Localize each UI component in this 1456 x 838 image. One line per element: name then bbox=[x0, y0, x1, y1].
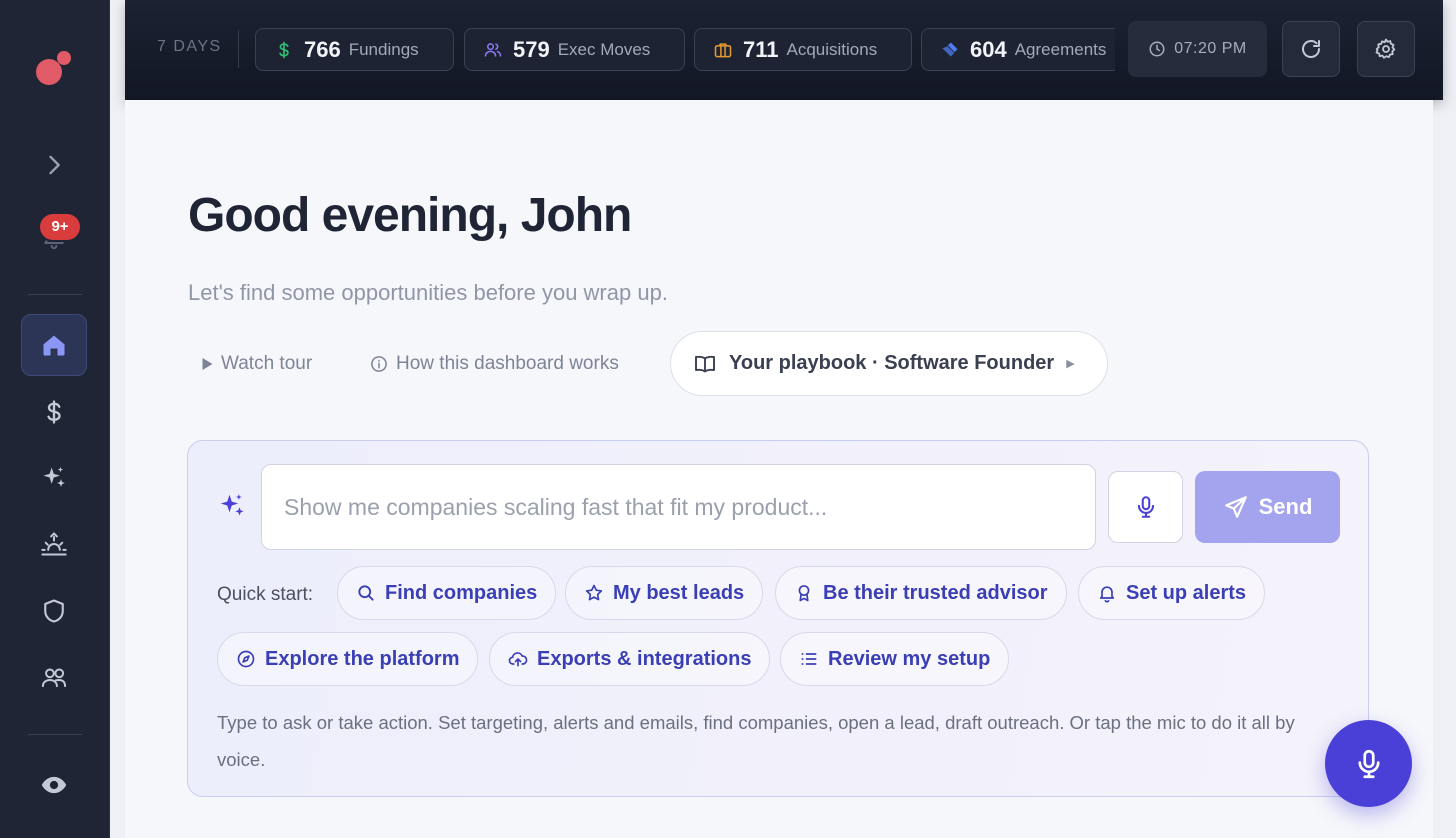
chip-trusted-advisor[interactable]: Be their trusted advisor bbox=[775, 566, 1067, 620]
eye-icon bbox=[41, 776, 67, 794]
stats-strip: 766 Fundings 579 Exec Moves 711 Acquisit… bbox=[255, 28, 1115, 72]
stat-label: Agreements bbox=[1014, 39, 1107, 59]
compass-icon bbox=[237, 650, 255, 668]
period-label: 7 DAYS bbox=[157, 38, 222, 55]
send-label: Send bbox=[1258, 494, 1313, 519]
briefcase-icon bbox=[714, 42, 732, 57]
sidebar-item-team[interactable] bbox=[21, 647, 87, 709]
notification-badge: 9+ bbox=[40, 214, 80, 240]
chip-find-companies[interactable]: Find companies bbox=[337, 566, 557, 620]
users-icon bbox=[484, 42, 502, 57]
dollar-icon bbox=[47, 400, 61, 424]
stat-label: Acquisitions bbox=[786, 39, 878, 59]
stat-label: Fundings bbox=[348, 39, 419, 59]
play-icon bbox=[202, 358, 213, 370]
caret-right-icon: ▶ bbox=[1066, 358, 1075, 370]
book-icon bbox=[695, 355, 715, 372]
clock-time: 07:20 PM bbox=[1174, 40, 1247, 57]
list-icon bbox=[801, 653, 817, 665]
divider bbox=[238, 30, 239, 68]
stat-value: 711 bbox=[743, 36, 779, 62]
stat-exec-moves[interactable]: 579 Exec Moves bbox=[464, 28, 685, 71]
chip-label: Review my setup bbox=[828, 647, 991, 670]
sidebar-divider bbox=[28, 294, 82, 295]
microphone-icon bbox=[1137, 496, 1154, 518]
watch-tour-label: Watch tour bbox=[221, 353, 313, 374]
chip-label: Find companies bbox=[385, 581, 538, 604]
stat-label: Exec Moves bbox=[557, 39, 651, 59]
send-icon bbox=[1224, 496, 1247, 518]
stat-acquisitions[interactable]: 711 Acquisitions bbox=[694, 28, 912, 71]
assistant-helper-text: Type to ask or take action. Set targetin… bbox=[217, 712, 1295, 770]
stat-agreements[interactable]: 604 Agreements bbox=[921, 28, 1115, 71]
sidebar-item-watch[interactable] bbox=[21, 754, 87, 816]
stat-value: 604 bbox=[970, 36, 1007, 62]
sparkle-icon bbox=[220, 494, 244, 516]
sidebar-divider bbox=[28, 734, 82, 735]
refresh-button[interactable] bbox=[1282, 21, 1340, 77]
chip-my-best-leads[interactable]: My best leads bbox=[565, 566, 764, 620]
assistant-panel: Send Quick start: Find companies My best… bbox=[187, 440, 1369, 797]
stat-value: 766 bbox=[304, 36, 341, 62]
assistant-prompt-input[interactable] bbox=[261, 464, 1096, 550]
gear-icon bbox=[1375, 38, 1396, 59]
handshake-icon bbox=[942, 42, 958, 57]
how-it-works-link[interactable]: How this dashboard works bbox=[370, 353, 619, 375]
refresh-icon bbox=[1302, 40, 1320, 58]
sidebar-item-fundings[interactable] bbox=[21, 381, 87, 443]
bell-icon bbox=[1099, 586, 1115, 603]
chip-review-setup[interactable]: Review my setup bbox=[780, 632, 1010, 686]
voice-fab-button[interactable] bbox=[1325, 720, 1412, 807]
sidebar: 9+ bbox=[0, 0, 110, 838]
page-title: Good evening, John bbox=[188, 189, 632, 242]
chip-label: Explore the platform bbox=[265, 647, 460, 670]
quick-start-label: Quick start: bbox=[217, 584, 314, 605]
upload-cloud-icon bbox=[508, 652, 528, 667]
sidebar-item-home[interactable] bbox=[21, 314, 87, 376]
star-icon bbox=[585, 584, 603, 601]
search-icon bbox=[358, 585, 374, 601]
clock-display: 07:20 PM bbox=[1128, 21, 1267, 77]
chip-set-up-alerts[interactable]: Set up alerts bbox=[1078, 566, 1266, 620]
chip-label: Set up alerts bbox=[1126, 581, 1247, 604]
settings-button[interactable] bbox=[1357, 21, 1415, 77]
sparkle-icon bbox=[43, 466, 65, 487]
playbook-label: Your playbook · Software Founder bbox=[729, 352, 1055, 374]
sidebar-item-security[interactable] bbox=[21, 580, 87, 642]
watch-tour-link[interactable]: Watch tour bbox=[202, 353, 312, 375]
sidebar-item-signals[interactable] bbox=[21, 513, 87, 575]
microphone-icon bbox=[1357, 749, 1380, 778]
logo-icon[interactable] bbox=[34, 48, 74, 88]
mic-button[interactable] bbox=[1108, 471, 1183, 543]
chevron-right-icon bbox=[49, 155, 60, 175]
chip-explore-platform[interactable]: Explore the platform bbox=[217, 632, 479, 686]
stat-value: 579 bbox=[513, 36, 550, 62]
shield-icon bbox=[44, 599, 64, 623]
sidebar-expand-button[interactable] bbox=[21, 134, 87, 196]
send-button[interactable]: Send bbox=[1195, 471, 1340, 543]
sunrise-icon bbox=[41, 532, 67, 556]
chip-exports-integrations[interactable]: Exports & integrations bbox=[489, 632, 771, 686]
chip-label: Be their trusted advisor bbox=[823, 581, 1048, 604]
how-it-works-label: How this dashboard works bbox=[396, 353, 619, 374]
stat-fundings[interactable]: 766 Fundings bbox=[255, 28, 454, 71]
info-icon bbox=[371, 356, 387, 372]
chip-label: Exports & integrations bbox=[537, 647, 752, 670]
clock-icon bbox=[1149, 41, 1165, 57]
award-icon bbox=[798, 585, 810, 602]
top-stats-bar: 7 DAYS 766 Fundings 579 Exec Moves 711 A… bbox=[125, 0, 1443, 100]
users-icon bbox=[41, 668, 67, 688]
playbook-button[interactable]: Your playbook · Software Founder ▶ bbox=[670, 331, 1108, 396]
page-subtitle: Let's find some opportunities before you… bbox=[188, 280, 668, 305]
sidebar-item-ai[interactable] bbox=[21, 447, 87, 509]
home-icon bbox=[43, 335, 65, 356]
main-content: Good evening, John Let's find some oppor… bbox=[125, 100, 1433, 838]
dollar-icon bbox=[279, 41, 289, 58]
chip-label: My best leads bbox=[613, 581, 745, 604]
